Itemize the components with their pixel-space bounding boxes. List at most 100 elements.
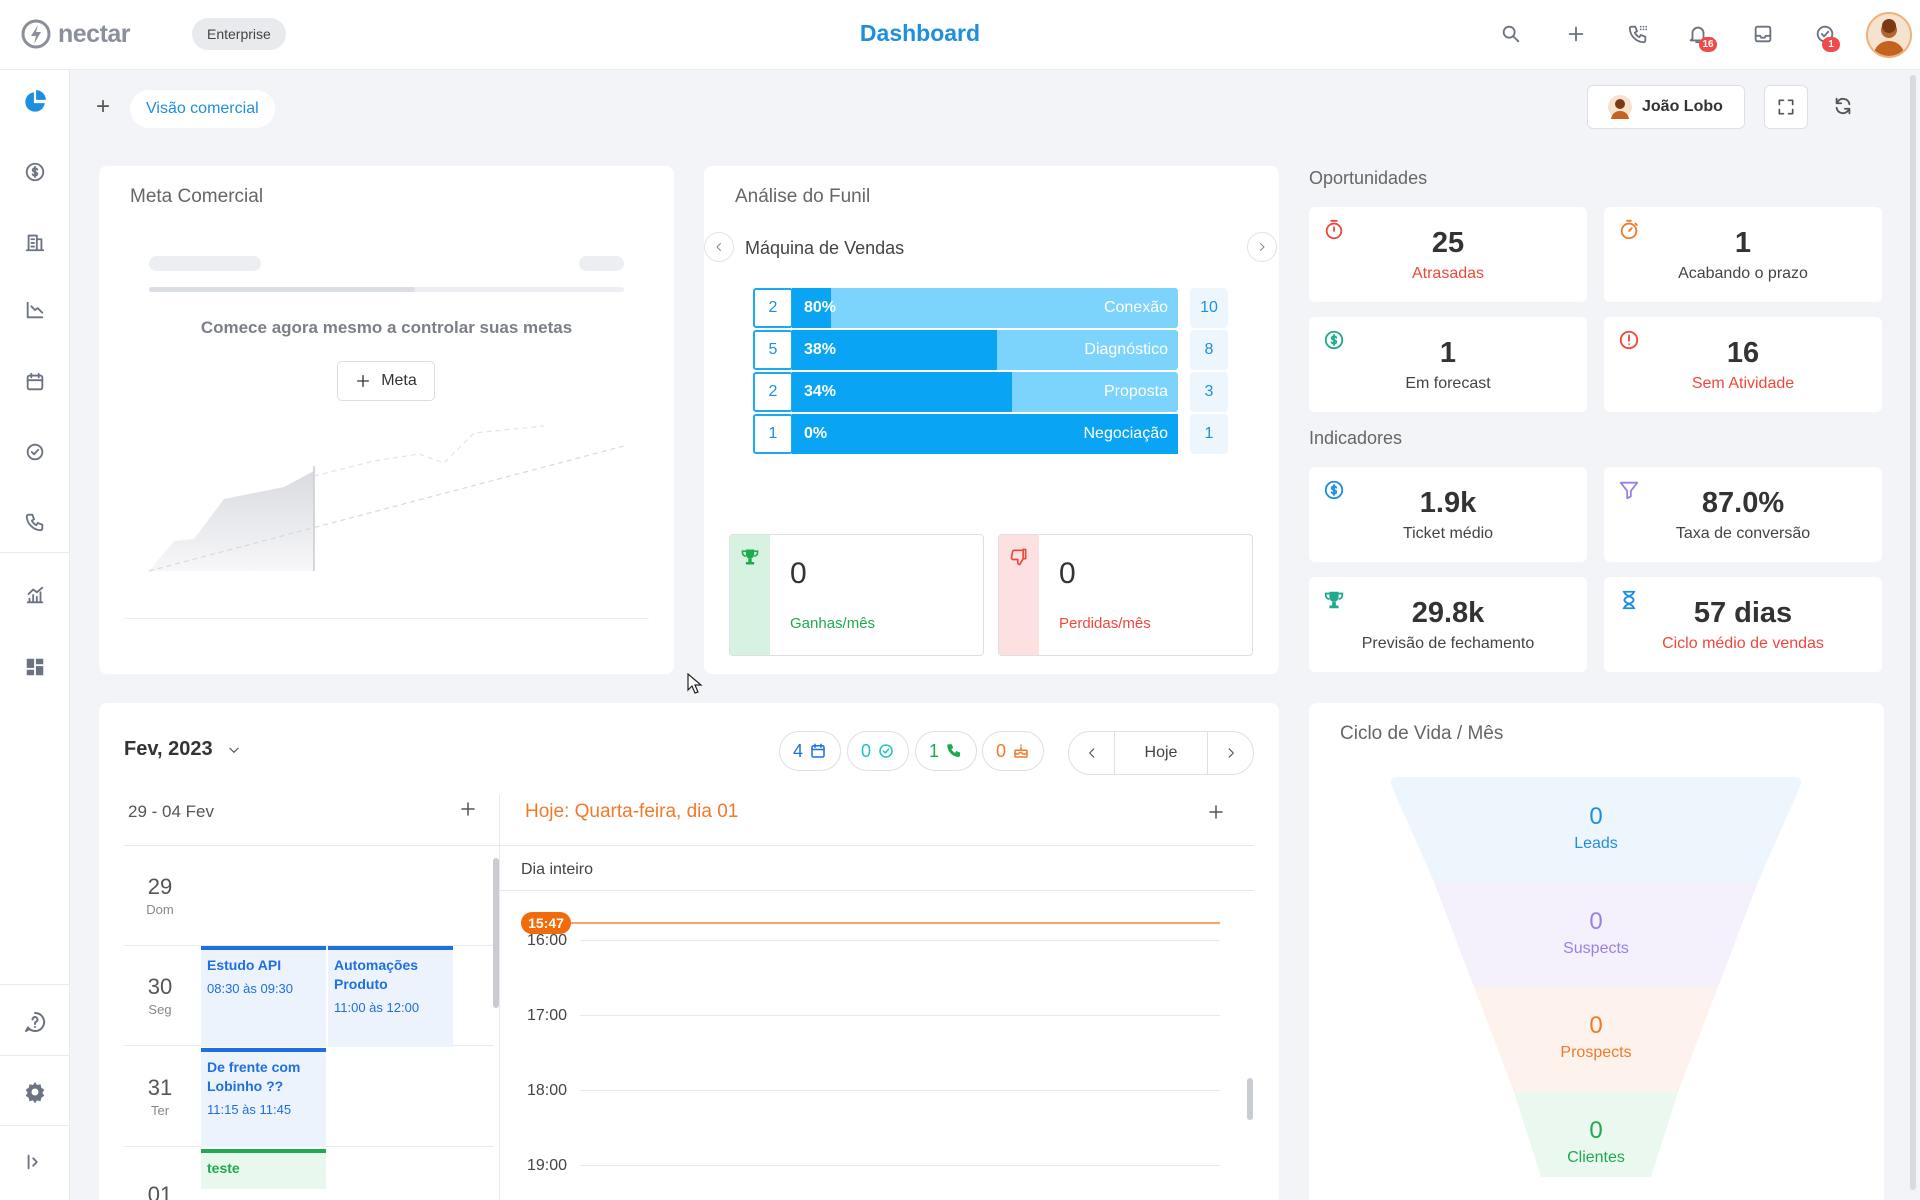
next-week-button[interactable] xyxy=(1207,732,1253,774)
hour-line xyxy=(580,1015,1220,1016)
day-row[interactable]: 29 Dom xyxy=(124,846,494,946)
sidebar-divider xyxy=(0,1125,70,1126)
stage-total: 8 xyxy=(1190,330,1228,370)
sidebar-item-calls[interactable] xyxy=(20,507,50,537)
event-card[interactable]: Automações Produto 11:00 às 12:00 xyxy=(328,946,453,1047)
opportunities-title: Oportunidades xyxy=(1309,168,1428,188)
kpi-atrasadas[interactable]: 25 Atrasadas xyxy=(1309,207,1587,302)
lost-box[interactable]: 0 Perdidas/mês xyxy=(998,534,1253,656)
user-avatar[interactable] xyxy=(1866,12,1912,58)
phone-icon xyxy=(947,744,960,757)
check-circle-icon xyxy=(879,744,893,758)
counter-birthdays[interactable]: 0 xyxy=(982,731,1044,771)
stage-bar: 0% Negociação xyxy=(792,414,1178,454)
sidebar-item-analytics[interactable] xyxy=(20,580,50,610)
card-title: Análise do Funil xyxy=(735,186,871,207)
event-title: De frente com Lobinho ?? xyxy=(207,1059,301,1094)
thumbs-down-icon xyxy=(1010,548,1027,566)
notifications-badge: 16 xyxy=(1699,37,1717,52)
building-icon xyxy=(25,234,45,252)
prev-pipeline-button[interactable] xyxy=(704,232,734,262)
won-box[interactable]: 0 Ganhas/mês xyxy=(729,534,984,656)
funnel-stage-row[interactable]: 5 38% Diagnóstico xyxy=(753,330,1178,370)
dollar-circle-icon xyxy=(25,162,45,182)
won-label: Ganhas/mês xyxy=(790,615,876,632)
stage-bar: 34% Proposta xyxy=(792,372,1178,412)
sidebar-item-widgets[interactable] xyxy=(20,652,50,682)
sidebar-item-dashboard[interactable] xyxy=(20,87,50,117)
lifecycle-label: Prospects xyxy=(1560,1044,1632,1061)
sidebar-expand-button[interactable] xyxy=(20,1147,50,1177)
tab-visao-comercial[interactable]: Visão comercial xyxy=(130,90,275,128)
refresh-button[interactable] xyxy=(1832,95,1856,119)
nectar-logo[interactable]: nectar xyxy=(20,18,131,50)
plus-icon xyxy=(1209,805,1223,819)
sidebar-item-help[interactable] xyxy=(20,1007,50,1037)
kpi-label: Previsão de fechamento xyxy=(1361,635,1535,652)
search-button[interactable] xyxy=(1494,17,1528,51)
stage-count: 1 xyxy=(753,414,793,454)
inbox-icon xyxy=(1754,25,1772,43)
today-button[interactable]: Hoje xyxy=(1115,732,1207,774)
add-day-event-button[interactable] xyxy=(1207,803,1225,823)
sidebar-item-settings[interactable] xyxy=(20,1077,50,1107)
kpi-ciclo-medio[interactable]: 57 dias Ciclo médio de vendas xyxy=(1604,577,1882,672)
event-card[interactable]: De frente com Lobinho ?? 11:15 às 11:45 xyxy=(201,1048,326,1147)
event-title: teste xyxy=(207,1160,240,1176)
chevron-left-icon xyxy=(1088,748,1094,758)
kpi-previsao-fechamento[interactable]: 29.8k Previsão de fechamento xyxy=(1309,577,1587,672)
fullscreen-icon xyxy=(1778,99,1794,115)
stage-percent: 0% xyxy=(804,425,828,442)
current-time-line xyxy=(545,922,1220,924)
kpi-acabando-prazo[interactable]: 1 Acabando o prazo xyxy=(1604,207,1882,302)
nectar-logo-icon xyxy=(21,19,51,49)
add-meta-button[interactable]: Meta xyxy=(337,361,435,401)
funnel-stage-row[interactable]: 2 80% Conexão xyxy=(753,288,1178,328)
sidebar-item-companies[interactable] xyxy=(20,227,50,257)
inbox-button[interactable] xyxy=(1746,17,1780,51)
kpi-em-forecast[interactable]: 1 Em forecast xyxy=(1309,317,1587,412)
prev-week-button[interactable] xyxy=(1069,732,1115,774)
lifecycle-value: 0 xyxy=(1589,1117,1603,1144)
sidebar-item-reports[interactable] xyxy=(20,295,50,325)
kpi-ticket-medio[interactable]: 1.9k Ticket médio xyxy=(1309,467,1587,562)
sidebar-divider xyxy=(0,984,70,985)
add-week-event-button[interactable] xyxy=(459,800,477,820)
card-title: Ciclo de Vida / Mês xyxy=(1340,723,1504,744)
user-filter-button[interactable]: João Lobo xyxy=(1587,85,1745,129)
event-card[interactable]: teste xyxy=(201,1149,326,1189)
add-view-button[interactable]: + xyxy=(96,95,114,119)
day-weekday: Seg xyxy=(148,1002,172,1017)
lifecycle-value: 0 xyxy=(1589,908,1603,935)
kpi-label: Acabando o prazo xyxy=(1678,265,1808,282)
day-number: 29 xyxy=(147,874,173,899)
event-card[interactable]: Estudo API 08:30 às 09:30 xyxy=(201,946,326,1047)
counter-tasks[interactable]: 0 xyxy=(847,731,909,771)
scrollbar-thumb[interactable] xyxy=(1247,1078,1253,1120)
kpi-taxa-conversao[interactable]: 87.0% Taxa de conversão xyxy=(1604,467,1882,562)
kpi-sem-atividade[interactable]: 16 Sem Atividade xyxy=(1604,317,1882,412)
sidebar-item-sales[interactable] xyxy=(20,157,50,187)
counter-calls[interactable]: 1 xyxy=(915,731,977,771)
phone-icon xyxy=(25,513,44,532)
scrollbar-thumb[interactable] xyxy=(493,858,499,1008)
next-pipeline-button[interactable] xyxy=(1247,232,1277,262)
kpi-label: Ticket médio xyxy=(1402,525,1494,542)
phone-button[interactable] xyxy=(1621,17,1655,51)
month-selector[interactable]: Fev, 2023 xyxy=(124,738,241,761)
add-button[interactable] xyxy=(1559,17,1593,51)
kpi-value: 29.8k xyxy=(1411,597,1485,629)
user-avatar-small xyxy=(1608,95,1632,119)
funnel-stage-row[interactable]: 1 0% Negociação xyxy=(753,414,1178,454)
page-scrollbar[interactable] xyxy=(1910,75,1916,1190)
sidebar-item-tasks[interactable] xyxy=(20,437,50,467)
plan-badge: Enterprise xyxy=(192,18,286,50)
fullscreen-button[interactable] xyxy=(1764,85,1808,129)
funnel-stage-row[interactable]: 2 34% Proposta xyxy=(753,372,1178,412)
week-range: 29 - 04 Fev xyxy=(128,802,214,821)
sidebar-item-calendar[interactable] xyxy=(20,367,50,397)
counter-events[interactable]: 4 xyxy=(779,731,841,771)
notifications-button[interactable]: 16 xyxy=(1681,17,1717,52)
hour-label: 16:00 xyxy=(527,932,568,949)
tasks-button[interactable]: 1 xyxy=(1808,17,1842,52)
